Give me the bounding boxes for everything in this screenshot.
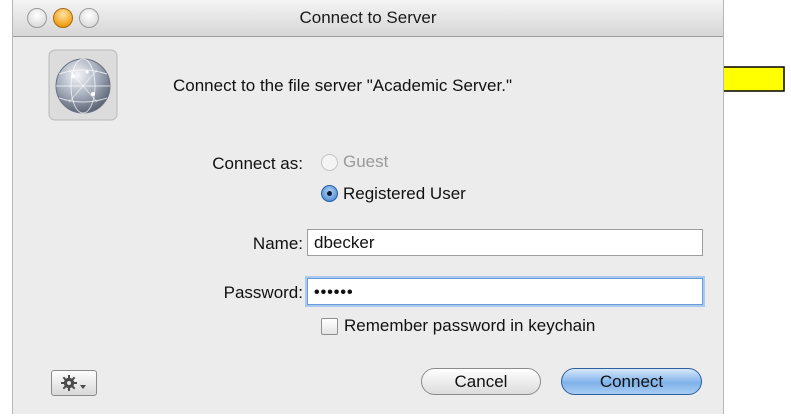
name-label: Name:: [252, 234, 303, 253]
title-bar: Connect to Server: [13, 0, 723, 37]
name-field[interactable]: dbecker: [307, 229, 703, 256]
connect-button[interactable]: Connect: [561, 368, 702, 395]
registered-user-radio[interactable]: [321, 185, 338, 202]
guest-radio[interactable]: [321, 154, 338, 171]
cancel-button[interactable]: Cancel: [421, 368, 541, 395]
password-field[interactable]: ••••••: [307, 278, 703, 305]
server-globe-icon: [48, 49, 118, 121]
gear-icon: [61, 375, 86, 391]
connect-as-label: Connect as:: [212, 154, 303, 173]
password-label: Password:: [223, 283, 303, 302]
guest-radio-label: Guest: [343, 152, 389, 171]
page: Connect to Server Connect to the file se…: [0, 0, 791, 419]
password-masked-value: ••••••: [314, 284, 354, 301]
radio-selected-dot: [327, 191, 332, 196]
action-menu-button[interactable]: [51, 370, 97, 396]
remember-password-label: Remember password in keychain: [344, 316, 596, 335]
registered-user-radio-label: Registered User: [343, 184, 466, 203]
remember-password-checkbox[interactable]: [321, 318, 338, 335]
window-title: Connect to Server: [299, 8, 437, 27]
connect-message: Connect to the file server "Academic Ser…: [173, 76, 512, 95]
connect-dialog: Connect to Server Connect to the file se…: [12, 0, 724, 414]
